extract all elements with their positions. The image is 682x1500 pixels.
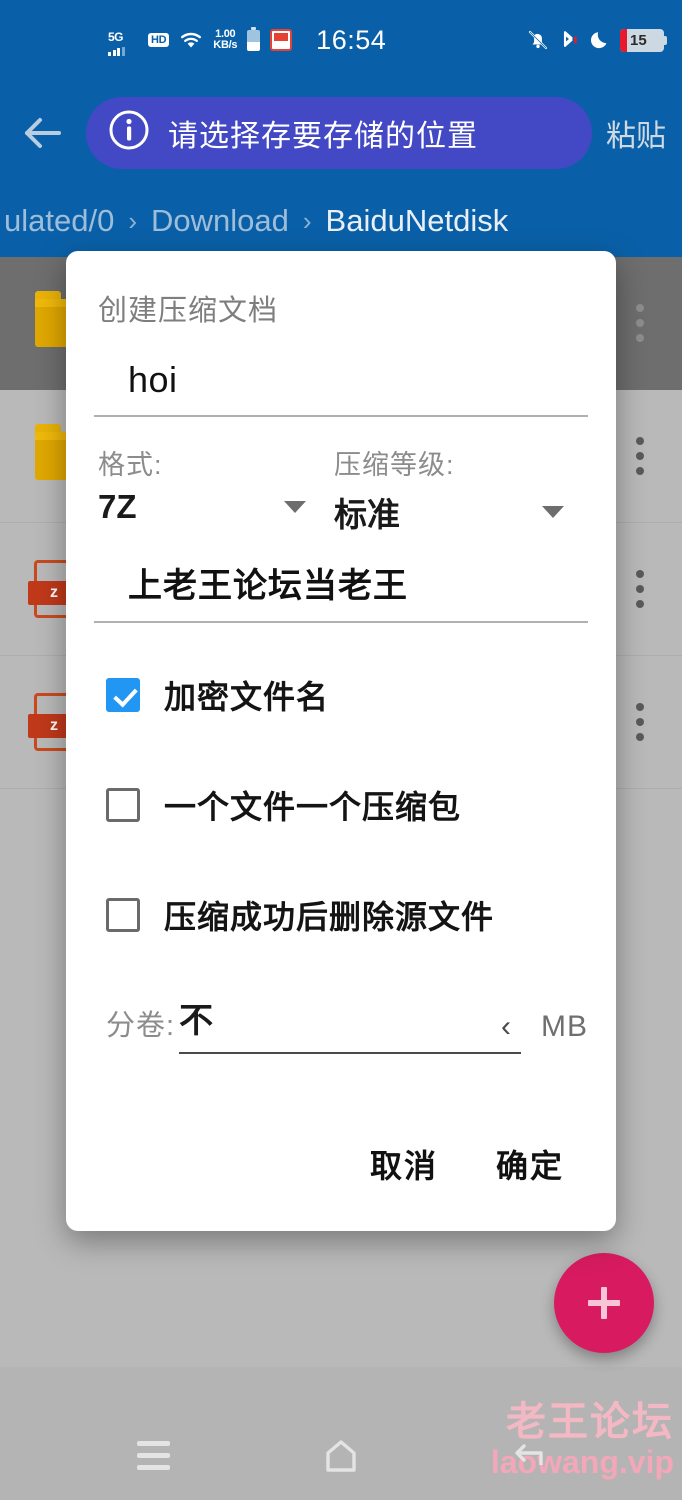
format-label: 格式: <box>98 450 163 480</box>
options-checkbox-group: 加密文件名 一个文件一个压缩包 压缩成功后删除源文件 <box>94 667 588 943</box>
checkbox-delete-source[interactable] <box>106 898 140 932</box>
checkbox-label: 压缩成功后删除源文件 <box>164 899 495 935</box>
breadcrumb-segment-2[interactable]: BaiduNetdisk <box>326 203 509 239</box>
create-archive-dialog: 创建压缩文档 hoi 格式: 7Z 压缩等级: 标准 上老王论坛当老王 加密文件… <box>66 251 616 1231</box>
split-volume-value[interactable]: 不 <box>179 993 213 1042</box>
checkbox-row-encrypt-filenames[interactable]: 加密文件名 <box>106 667 588 723</box>
system-nav-bar <box>0 1410 682 1500</box>
recents-menu-icon[interactable] <box>114 1425 194 1485</box>
bluetooth-icon <box>558 29 580 51</box>
data-speed-unit: KB/s <box>213 39 238 51</box>
confirm-button[interactable]: 确定 <box>480 1131 580 1197</box>
format-select[interactable]: 格式: 7Z <box>94 443 330 536</box>
cancel-button[interactable]: 取消 <box>354 1131 454 1197</box>
signal-5g-label: 5G <box>108 30 124 44</box>
overflow-menu-icon[interactable] <box>620 304 660 342</box>
dialog-title: 创建压缩文档 <box>98 295 279 327</box>
compression-level-label: 压缩等级: <box>334 450 455 480</box>
archive-name-value[interactable]: hoi <box>128 359 588 401</box>
plus-icon <box>586 1285 622 1321</box>
archive-name-field[interactable]: hoi <box>94 359 588 417</box>
overflow-menu-icon[interactable] <box>620 703 660 741</box>
chevron-down-icon[interactable] <box>284 501 306 513</box>
password-value[interactable]: 上老王论坛当老王 <box>128 558 588 607</box>
battery-small-icon <box>247 26 261 51</box>
breadcrumb: ulated/0 › Download › BaiduNetdisk <box>0 185 682 257</box>
dialog-actions: 取消 确定 <box>94 1131 588 1197</box>
status-bar: 5G HD 1.00 KB/s 16:54 15 <box>0 0 682 80</box>
overflow-menu-icon[interactable] <box>620 570 660 608</box>
breadcrumb-segment-0[interactable]: ulated/0 <box>4 203 114 239</box>
signal-bars <box>108 47 138 56</box>
battery-percent-label: 15 <box>630 31 647 49</box>
back-arrow-icon[interactable] <box>0 113 86 153</box>
checkbox-label: 一个文件一个压缩包 <box>164 789 462 825</box>
password-field[interactable]: 上老王论坛当老王 <box>94 558 588 623</box>
phone-screen: 5G HD 1.00 KB/s 16:54 15 请选择存要存储的位置 粘贴 u… <box>0 0 682 1500</box>
checkbox-encrypt-filenames[interactable] <box>106 678 140 712</box>
nav-back-icon[interactable] <box>488 1425 568 1485</box>
compression-level-select[interactable]: 压缩等级: 标准 <box>330 443 588 536</box>
data-speed-indicator: 1.00 KB/s <box>213 29 237 51</box>
overflow-menu-icon[interactable] <box>620 437 660 475</box>
info-banner-text: 请选择存要存储的位置 <box>168 119 478 153</box>
bell-muted-icon <box>527 29 549 51</box>
battery-fill <box>620 28 627 52</box>
status-bar-right-icons: 15 <box>527 28 667 52</box>
compression-level-value: 标准 <box>334 496 400 533</box>
breadcrumb-separator: › <box>128 205 137 236</box>
app-bar: 请选择存要存储的位置 粘贴 <box>0 80 682 185</box>
add-fab-button[interactable] <box>554 1253 654 1353</box>
moon-icon <box>589 29 611 51</box>
info-banner[interactable]: 请选择存要存储的位置 <box>86 96 592 169</box>
breadcrumb-separator: › <box>302 205 312 236</box>
split-volume-row: 分卷: 不 ‹ MB <box>94 993 588 1054</box>
format-and-level-row: 格式: 7Z 压缩等级: 标准 <box>94 443 588 536</box>
checkbox-row-one-archive-per-file[interactable]: 一个文件一个压缩包 <box>106 777 588 833</box>
hd-voice-icon: HD <box>148 33 170 47</box>
battery-icon: 15 <box>620 28 667 52</box>
chevron-down-icon[interactable] <box>542 506 564 518</box>
status-bar-clock: 16:54 <box>316 24 387 55</box>
checkbox-label: 加密文件名 <box>164 679 330 715</box>
split-volume-unit: MB <box>541 1010 588 1043</box>
split-volume-input[interactable]: 不 ‹ <box>179 993 521 1054</box>
info-circle-icon <box>108 109 150 156</box>
format-value: 7Z <box>98 488 137 525</box>
app-notification-icon <box>270 29 293 51</box>
checkbox-one-archive-per-file[interactable] <box>106 788 140 822</box>
home-icon[interactable] <box>301 1425 381 1485</box>
signal-5g-icon: 5G <box>108 28 138 56</box>
chevron-left-icon[interactable]: ‹ <box>501 1012 521 1042</box>
checkbox-row-delete-source[interactable]: 压缩成功后删除源文件 <box>106 887 588 943</box>
paste-button[interactable]: 粘贴 <box>602 111 682 155</box>
split-volume-label: 分卷: <box>106 1010 176 1042</box>
wifi-icon <box>179 30 203 50</box>
breadcrumb-segment-1[interactable]: Download <box>151 203 289 239</box>
status-bar-left-icons: 5G HD 1.00 KB/s 16:54 <box>108 25 386 56</box>
